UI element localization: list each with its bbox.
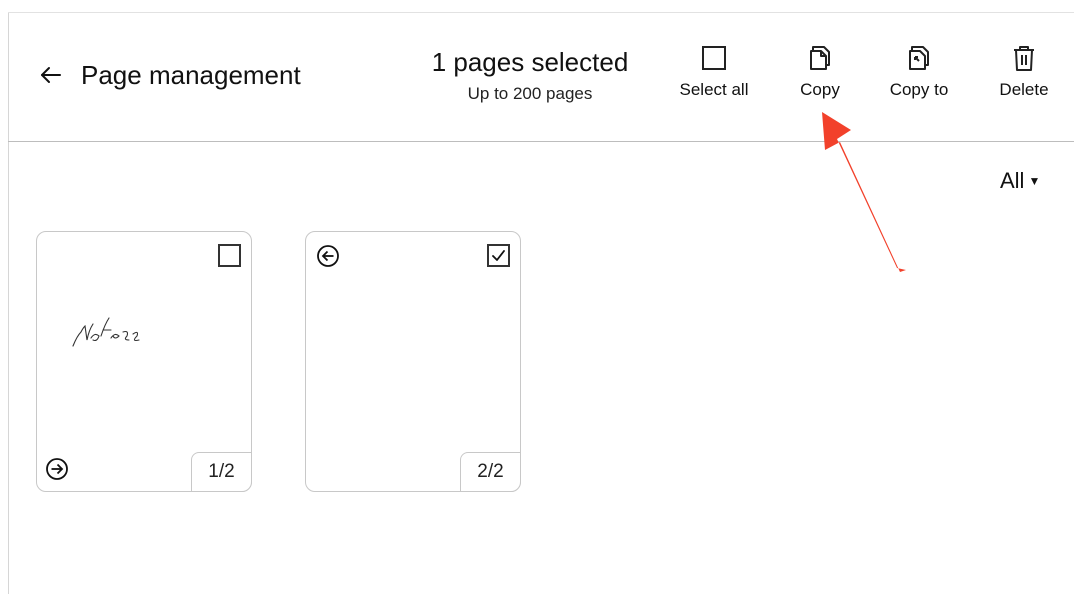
handwriting-notes: [72, 317, 140, 347]
select-all-label: Select all: [679, 80, 749, 99]
copy-to-icon: [869, 44, 969, 72]
back-arrow-icon[interactable]: [36, 60, 66, 90]
selection-limit: Up to 200 pages: [467, 84, 593, 103]
checkmark-icon: [492, 250, 505, 261]
copy-to-button[interactable]: Copy to: [869, 44, 969, 106]
delete-label: Delete: [999, 80, 1049, 99]
page-checkbox-2[interactable]: [487, 244, 510, 267]
checkbox-outline-icon: [664, 44, 764, 72]
move-forward-icon[interactable]: [45, 457, 69, 481]
copy-icon: [770, 44, 870, 72]
select-all-button[interactable]: Select all: [664, 44, 764, 106]
copy-label: Copy: [800, 80, 840, 99]
copy-button[interactable]: Copy: [770, 44, 870, 106]
copy-to-label: Copy to: [889, 80, 949, 99]
page-number-badge: 2/2: [460, 452, 521, 492]
move-back-icon[interactable]: [316, 244, 340, 268]
trash-icon: [974, 44, 1074, 72]
caret-down-icon: ▼: [1028, 174, 1041, 188]
page-thumbnail-2[interactable]: 2/2: [305, 231, 521, 492]
page-checkbox-1[interactable]: [218, 244, 241, 267]
selection-count: 1 pages selected: [431, 47, 629, 77]
page-management-screen: Page management 1 pages selected Up to 2…: [0, 0, 1074, 594]
page-thumbnail-1[interactable]: 1/2: [36, 231, 252, 492]
page-number-badge: 1/2: [191, 452, 252, 492]
filter-dropdown[interactable]: All ▼: [1000, 168, 1040, 194]
page-title: Page management: [81, 60, 301, 90]
delete-button[interactable]: Delete: [974, 44, 1074, 106]
filter-value: All: [1000, 168, 1025, 193]
header-divider: [8, 141, 1074, 142]
